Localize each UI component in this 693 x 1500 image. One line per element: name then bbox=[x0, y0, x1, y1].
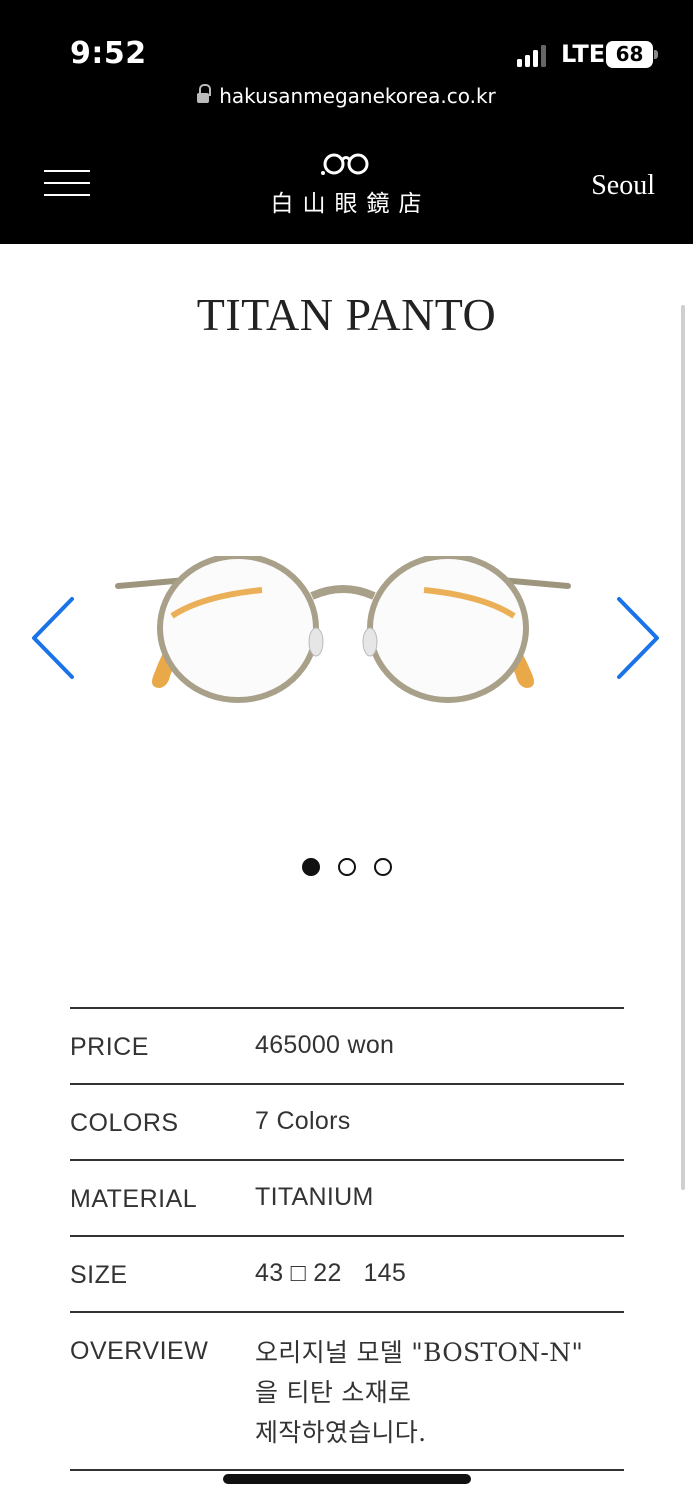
round-titanium-eyeglasses-image bbox=[115, 556, 571, 703]
status-time: 9:52 bbox=[70, 36, 147, 71]
site-logo[interactable]: 白山眼鏡店 bbox=[246, 150, 446, 222]
logo-text: 白山眼鏡店 bbox=[270, 191, 431, 217]
battery-icon: 68 bbox=[606, 41, 653, 68]
hamburger-menu-icon[interactable] bbox=[44, 170, 90, 198]
spec-value: 7 Colors bbox=[255, 1107, 351, 1135]
chevron-left-icon[interactable] bbox=[28, 595, 78, 681]
spec-value: 465000 won bbox=[255, 1031, 395, 1059]
spec-value: TITANIUM bbox=[255, 1183, 374, 1211]
product-title: TITAN PANTO bbox=[196, 289, 497, 340]
chevron-right-icon[interactable] bbox=[613, 595, 663, 681]
spec-table: PRICE 465000 won COLORS 7 Colors MATERIA… bbox=[70, 1007, 624, 1471]
spec-row-overview: OVERVIEW 오리지널 모델 "BOSTON-N" 을 티탄 소재로 제작하… bbox=[70, 1313, 624, 1471]
carousel-dot-2[interactable] bbox=[337, 858, 356, 876]
overview-line: 제작하였습니다. bbox=[255, 1418, 427, 1447]
top-bar: 9:52 LTE 68 hakusanmeganekorea.co.kr 白山眼… bbox=[0, 0, 693, 244]
city-link[interactable]: Seoul bbox=[591, 170, 655, 202]
spec-row-price: PRICE 465000 won bbox=[70, 1009, 624, 1085]
lock-icon bbox=[197, 84, 212, 104]
spec-label: PRICE bbox=[70, 1033, 149, 1061]
overview-text: 오리지널 모델 "BOSTON-N" 을 티탄 소재로 제작하였습니다. bbox=[255, 1333, 615, 1453]
product-carousel bbox=[0, 470, 693, 810]
spec-label: SIZE bbox=[70, 1261, 128, 1289]
spec-label: OVERVIEW bbox=[70, 1337, 209, 1365]
home-indicator[interactable] bbox=[223, 1474, 471, 1484]
overview-line: 을 티탄 소재로 bbox=[255, 1378, 412, 1407]
url-text: hakusanmeganekorea.co.kr bbox=[219, 84, 496, 108]
spec-row-colors: COLORS 7 Colors bbox=[70, 1085, 624, 1161]
glasses-logo-icon bbox=[321, 153, 369, 175]
address-bar[interactable]: hakusanmeganekorea.co.kr bbox=[0, 84, 693, 108]
carousel-pagination bbox=[0, 858, 693, 876]
overview-line: 오리지널 모델 "BOSTON-N" bbox=[255, 1338, 584, 1367]
spec-label: COLORS bbox=[70, 1109, 179, 1137]
cellular-signal-icon bbox=[517, 45, 547, 67]
battery-tip bbox=[654, 50, 658, 59]
spec-row-material: MATERIAL TITANIUM bbox=[70, 1161, 624, 1237]
spec-value: 43 □ 22 145 bbox=[255, 1259, 407, 1287]
spec-label: MATERIAL bbox=[70, 1185, 198, 1213]
carousel-dot-3[interactable] bbox=[373, 858, 392, 876]
spec-row-size: SIZE 43 □ 22 145 bbox=[70, 1237, 624, 1313]
carousel-dot-1[interactable] bbox=[301, 858, 320, 876]
network-type: LTE bbox=[561, 40, 606, 68]
